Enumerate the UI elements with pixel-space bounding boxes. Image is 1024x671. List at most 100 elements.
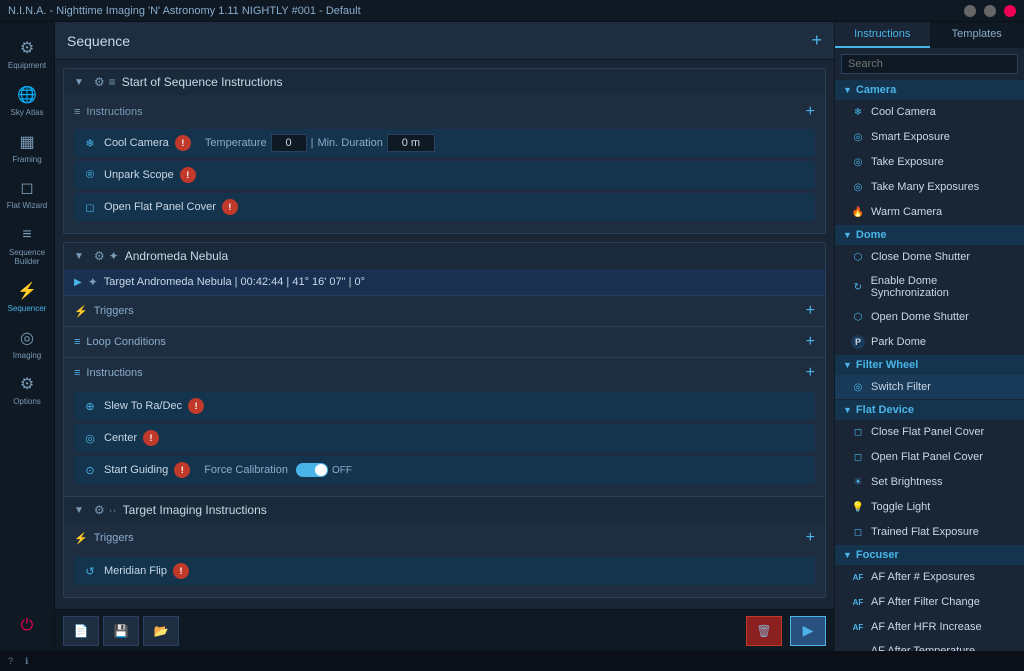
af-hfr-label: AF After HFR Increase <box>871 621 982 633</box>
guiding-label: Start Guiding <box>104 464 168 476</box>
instr-open-flat-panel[interactable]: ◻ Open Flat Panel Cover ! <box>74 193 815 221</box>
force-cal-toggle[interactable]: OFF <box>296 463 352 477</box>
cat-item-dome-sync[interactable]: ↻ Enable Dome Synchronization <box>835 270 1024 305</box>
target-triggers-add-button[interactable]: + <box>806 529 815 547</box>
right-panel-tabs: Instructions Templates <box>835 22 1024 48</box>
loop-conditions-header[interactable]: ≡ Loop Conditions + <box>64 327 825 357</box>
instr-center[interactable]: ◎ Center ! <box>74 424 815 452</box>
tab-templates[interactable]: Templates <box>930 22 1024 48</box>
sidebar-item-equipment[interactable]: ⚙ Equipment <box>0 30 54 77</box>
cat-focuser-header[interactable]: ▼ Focuser <box>835 545 1024 565</box>
temp-input[interactable] <box>271 134 307 152</box>
target-triggers-icon: ⚡ <box>74 532 88 545</box>
cat-flatdevice-header[interactable]: ▼ Flat Device <box>835 400 1024 420</box>
cat-dome-label: Dome <box>856 229 887 241</box>
sidebar-item-flatwizard[interactable]: ◻ Flat Wizard <box>0 170 54 217</box>
sidebar-item-skyatlas[interactable]: 🌐 Sky Atlas <box>0 77 54 124</box>
temp-label: Temperature <box>205 137 267 149</box>
guiding-icon: ⊙ <box>82 462 98 478</box>
delete-button[interactable]: 🗑 <box>746 616 782 646</box>
sidebar-item-framing[interactable]: ▦ Framing <box>0 124 54 171</box>
open-dome-label: Open Dome Shutter <box>871 311 969 323</box>
triggers-add-button[interactable]: + <box>806 302 815 320</box>
triggers-header[interactable]: ⚡ Triggers + <box>64 296 825 326</box>
cat-item-trained-flat-exposure[interactable]: ◻ Trained Flat Exposure <box>835 520 1024 545</box>
cat-item-open-dome[interactable]: ⬡ Open Dome Shutter <box>835 305 1024 330</box>
sequence-title: Sequence <box>67 33 811 49</box>
loop-conditions-add-button[interactable]: + <box>806 333 815 351</box>
cat-item-open-flat-panel-list[interactable]: ◻ Open Flat Panel Cover <box>835 445 1024 470</box>
sidebar-item-sequencebuilder[interactable]: ≡ SequenceBuilder <box>0 217 54 273</box>
cat-item-af-filter-change[interactable]: AF AF After Filter Change <box>835 590 1024 615</box>
target-imaging-header[interactable]: ▼ ⚙ ·· Target Imaging Instructions <box>64 497 825 523</box>
toggle-track[interactable] <box>296 463 328 477</box>
open-flat-panel-list-label: Open Flat Panel Cover <box>871 451 983 463</box>
sidebar-item-options[interactable]: ⚙ Options <box>0 366 54 413</box>
instr-cool-camera[interactable]: ❄ Cool Camera ! Temperature | Min. Durat… <box>74 129 815 157</box>
cat-item-close-dome[interactable]: ⬡ Close Dome Shutter <box>835 245 1024 270</box>
cat-item-take-many-exposures[interactable]: ◎ Take Many Exposures <box>835 175 1024 200</box>
cat-item-set-brightness[interactable]: ☀ Set Brightness <box>835 470 1024 495</box>
cat-item-toggle-light[interactable]: 💡 Toggle Light <box>835 495 1024 520</box>
sequence-header: Sequence + <box>55 22 834 60</box>
minimize-button[interactable] <box>964 5 976 17</box>
cat-item-close-flat-panel[interactable]: ◻ Close Flat Panel Cover <box>835 420 1024 445</box>
new-sequence-button[interactable]: 📄 <box>63 616 99 646</box>
cat-item-af-hfr-increase[interactable]: AF AF After HFR Increase <box>835 615 1024 640</box>
cat-item-park-dome[interactable]: P Park Dome <box>835 330 1024 355</box>
cat-item-af-temp-change[interactable]: AF AF After Temperature Change <box>835 640 1024 651</box>
cool-camera-icon: ❄ <box>82 135 98 151</box>
cat-item-cool-camera[interactable]: ❄ Cool Camera <box>835 100 1024 125</box>
sequencebuilder-icon: ≡ <box>15 223 39 247</box>
close-button[interactable] <box>1004 5 1016 17</box>
status-icon-help[interactable]: ? <box>8 656 13 666</box>
maximize-button[interactable] <box>984 5 996 17</box>
power-button[interactable]: ⏻ <box>0 609 54 643</box>
status-icon-info[interactable]: ℹ <box>25 656 28 667</box>
instr-start-guiding[interactable]: ⊙ Start Guiding ! Force Calibration OFF <box>74 456 815 484</box>
cat-item-smart-exposure[interactable]: ◎ Smart Exposure <box>835 125 1024 150</box>
cat-camera-header[interactable]: ▼ Camera <box>835 80 1024 100</box>
cat-item-warm-camera[interactable]: 🔥 Warm Camera <box>835 200 1024 225</box>
take-many-exposures-label: Take Many Exposures <box>871 181 979 193</box>
slew-error: ! <box>188 398 204 414</box>
sidebar: ⚙ Equipment 🌐 Sky Atlas ▦ Framing ◻ Flat… <box>0 22 55 651</box>
andromeda-instructions-add-button[interactable]: + <box>806 364 815 382</box>
warm-camera-icon: 🔥 <box>851 205 865 219</box>
play-button[interactable]: ▶ <box>790 616 826 646</box>
cool-camera-temp-field: Temperature | Min. Duration <box>205 134 435 152</box>
tab-instructions[interactable]: Instructions <box>835 22 930 48</box>
cat-item-switch-filter[interactable]: ◎ Switch Filter <box>835 375 1024 400</box>
right-panel: Instructions Templates ▼ Camera ❄ Cool C… <box>834 22 1024 651</box>
sequencer-icon: ⚡ <box>15 279 39 303</box>
set-brightness-icon: ☀ <box>851 475 865 489</box>
target-header[interactable]: ▶ ✦ Target Andromeda Nebula | 00:42:44 |… <box>64 269 825 295</box>
mindur-input[interactable] <box>387 134 435 152</box>
save-icon: 💾 <box>114 624 129 638</box>
start-of-sequence-header[interactable]: ▼ ⚙ ≡ Start of Sequence Instructions <box>64 69 825 95</box>
target-imaging-triggers-header[interactable]: ⚡ Triggers + <box>64 523 825 553</box>
cat-filterwheel-header[interactable]: ▼ Filter Wheel <box>835 355 1024 375</box>
andromeda-instructions-header[interactable]: ≡ Instructions + <box>64 358 825 388</box>
cat-dome-header[interactable]: ▼ Dome <box>835 225 1024 245</box>
instr-meridian-flip[interactable]: ↺ Meridian Flip ! <box>74 557 815 585</box>
cat-item-af-after-exposures[interactable]: AF AF After # Exposures <box>835 565 1024 590</box>
andromeda-nebula-header[interactable]: ▼ ⚙ ✦ Andromeda Nebula <box>64 243 825 269</box>
dome-sync-label: Enable Dome Synchronization <box>871 275 1014 299</box>
sidebar-item-sequencer[interactable]: ⚡ Sequencer <box>0 273 54 320</box>
cat-item-take-exposure[interactable]: ◎ Take Exposure <box>835 150 1024 175</box>
target-imaging-icon-1: ⚙ <box>94 503 105 517</box>
sidebar-item-imaging[interactable]: ◎ Imaging <box>0 320 54 367</box>
andromeda-title: Andromeda Nebula <box>125 249 228 263</box>
instr-unpark-scope[interactable]: ® Unpark Scope ! <box>74 161 815 189</box>
sequence-add-button[interactable]: + <box>811 30 822 51</box>
andromeda-instructions-subsection: ≡ Instructions + ⊕ Slew To Ra/Dec ! <box>64 357 825 496</box>
main-area: Sequence + ▼ ⚙ ≡ Start of Sequence Instr… <box>55 22 834 651</box>
meridian-flip-error: ! <box>173 563 189 579</box>
instr-slew[interactable]: ⊕ Slew To Ra/Dec ! <box>74 392 815 420</box>
trained-flat-label: Trained Flat Exposure <box>871 526 979 538</box>
open-sequence-button[interactable]: 📂 <box>143 616 179 646</box>
instructions-add-button-0[interactable]: + <box>806 103 815 121</box>
save-sequence-button[interactable]: 💾 <box>103 616 139 646</box>
search-input[interactable] <box>841 54 1018 74</box>
